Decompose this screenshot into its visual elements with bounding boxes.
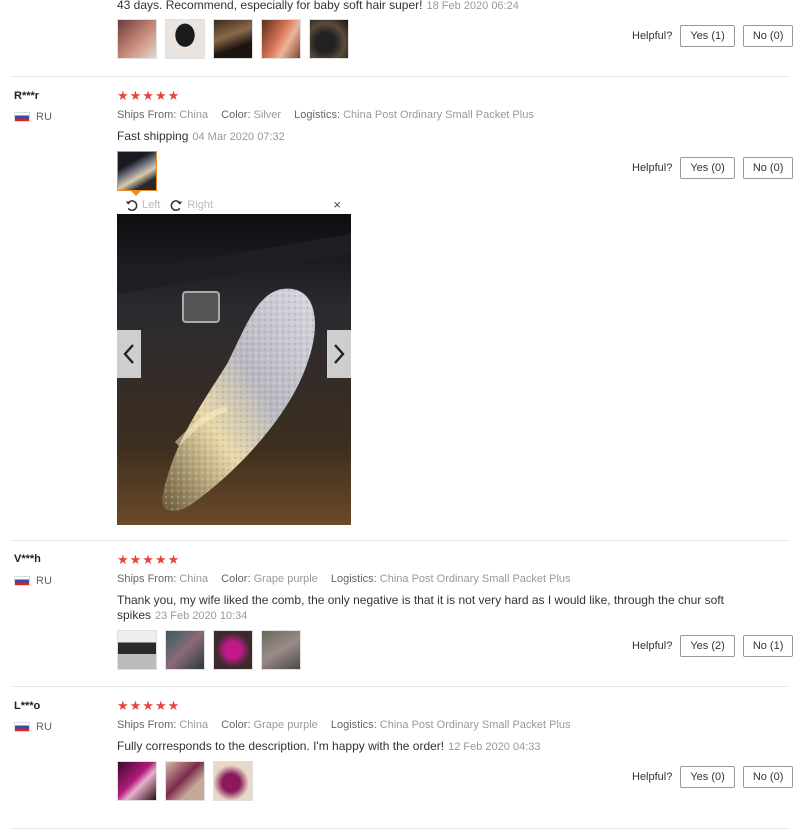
star-rating: ★★★★★: [117, 88, 181, 103]
review-date: 23 Feb 2020 10:34: [155, 610, 248, 622]
review-photo-thumb[interactable]: [165, 761, 205, 801]
country-code: RU: [36, 575, 52, 587]
ru-flag-icon: [14, 112, 30, 122]
reviewer-country: RU: [14, 721, 52, 733]
review-photo-thumb[interactable]: [213, 19, 253, 59]
review-date: 12 Feb 2020 04:33: [448, 741, 541, 753]
divider: [12, 828, 788, 829]
review-photo-thumb[interactable]: [213, 630, 253, 670]
ru-flag-icon: [14, 722, 30, 732]
rotate-left-icon: [125, 199, 138, 211]
review-photo-thumb[interactable]: [165, 630, 205, 670]
review-photo-thumb[interactable]: [261, 630, 301, 670]
review-photo-thumb[interactable]: [117, 19, 157, 59]
order-info: Ships From: China Color: Silver Logistic…: [117, 109, 534, 121]
review-text: Fast shipping 04 Mar 2020 07:32: [117, 129, 285, 143]
review-photo-large: [117, 214, 351, 525]
helpful-label: Helpful?: [632, 640, 673, 652]
review-photo-image: [117, 214, 351, 525]
reviewer-name: R***r: [14, 90, 40, 102]
review-photos: [117, 630, 301, 670]
helpful-section: Helpful? Yes (2) No (1): [632, 635, 794, 657]
close-viewer-button[interactable]: ×: [333, 197, 341, 212]
star-rating: ★★★★★: [117, 552, 181, 567]
review-text-line: Thank you, my wife liked the comb, the o…: [117, 593, 724, 607]
review-photo-thumb[interactable]: [213, 761, 253, 801]
reviewer-name: L***o: [14, 700, 41, 712]
review-date: 18 Feb 2020 06:24: [426, 0, 519, 12]
review-photo-thumb[interactable]: [165, 19, 205, 59]
review-photo-thumb[interactable]: [117, 630, 157, 670]
order-info: Ships From: China Color: Grape purple Lo…: [117, 719, 571, 731]
review-photos: [117, 761, 253, 801]
review-photos: [117, 151, 157, 191]
helpful-section: Helpful? Yes (0) No (0): [632, 157, 794, 179]
reviewer-country: RU: [14, 575, 52, 587]
prev-photo-button[interactable]: [117, 330, 141, 378]
helpful-yes-button[interactable]: Yes (1): [680, 25, 735, 47]
helpful-no-button[interactable]: No (1): [742, 635, 794, 657]
helpful-yes-button[interactable]: Yes (2): [680, 635, 735, 657]
review-photo-thumb[interactable]: [117, 761, 157, 801]
divider: [12, 76, 788, 77]
review-photo-thumb-active[interactable]: [117, 151, 157, 191]
helpful-no-button[interactable]: No (0): [742, 25, 794, 47]
country-code: RU: [36, 111, 52, 123]
ru-flag-icon: [14, 576, 30, 586]
review-text: Fully corresponds to the description. I'…: [117, 739, 541, 753]
reviewer-name: V***h: [14, 553, 41, 565]
rotate-right-icon: [170, 199, 183, 211]
order-info: Ships From: China Color: Grape purple Lo…: [117, 573, 571, 585]
review-text: 43 days. Recommend, especially for baby …: [117, 0, 519, 12]
rotate-right-label: Right: [187, 199, 214, 211]
chevron-right-icon: [334, 344, 345, 364]
review-photo-thumb[interactable]: [261, 19, 301, 59]
rotate-left-button[interactable]: Left: [125, 199, 160, 212]
review-text-line: spikes 23 Feb 2020 10:34: [117, 608, 248, 622]
divider: [12, 686, 788, 687]
country-code: RU: [36, 721, 52, 733]
helpful-no-button[interactable]: No (0): [742, 766, 794, 788]
review-photos: [117, 19, 349, 59]
helpful-label: Helpful?: [632, 771, 673, 783]
helpful-no-button[interactable]: No (0): [742, 157, 794, 179]
helpful-yes-button[interactable]: Yes (0): [680, 157, 735, 179]
image-viewer-toolbar: Left Right ×: [117, 196, 351, 214]
divider: [12, 540, 788, 541]
review-photo-thumb[interactable]: [309, 19, 349, 59]
helpful-label: Helpful?: [632, 30, 673, 42]
review-date: 04 Mar 2020 07:32: [192, 131, 285, 143]
helpful-section: Helpful? Yes (0) No (0): [632, 766, 794, 788]
reviewer-country: RU: [14, 111, 52, 123]
star-rating: ★★★★★: [117, 698, 181, 713]
helpful-yes-button[interactable]: Yes (0): [680, 766, 735, 788]
chevron-left-icon: [123, 344, 134, 364]
rotate-left-label: Left: [142, 199, 161, 211]
next-photo-button[interactable]: [327, 330, 351, 378]
helpful-label: Helpful?: [632, 162, 673, 174]
rotate-right-button[interactable]: Right: [170, 199, 213, 212]
helpful-section: Helpful? Yes (1) No (0): [632, 25, 794, 47]
